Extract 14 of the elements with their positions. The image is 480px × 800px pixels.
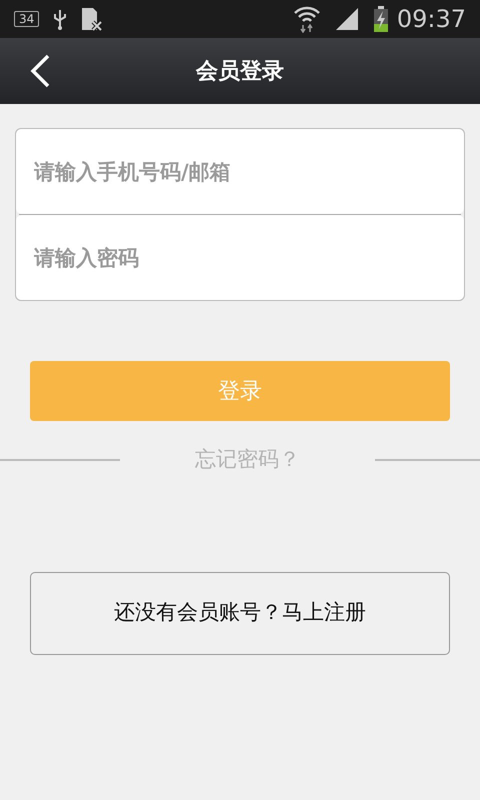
clock-time: 09:37 [396, 4, 466, 35]
notification-count: 34 [14, 11, 40, 27]
register-button[interactable]: 还没有会员账号？马上注册 [30, 572, 450, 654]
password-field[interactable]: 请输入密码 [16, 215, 464, 300]
login-button[interactable]: 登录 [30, 361, 450, 421]
signal-icon [334, 8, 359, 30]
account-field[interactable]: 请输入手机号码/邮箱 [16, 129, 464, 214]
battery-icon [372, 6, 389, 32]
usb-icon [53, 8, 68, 30]
forgot-password-link[interactable]: 忘记密码？ [195, 444, 300, 476]
back-icon [29, 54, 51, 88]
page-title: 会员登录 [196, 58, 284, 86]
sim-card-icon [81, 7, 104, 31]
wifi-icon [292, 5, 321, 33]
